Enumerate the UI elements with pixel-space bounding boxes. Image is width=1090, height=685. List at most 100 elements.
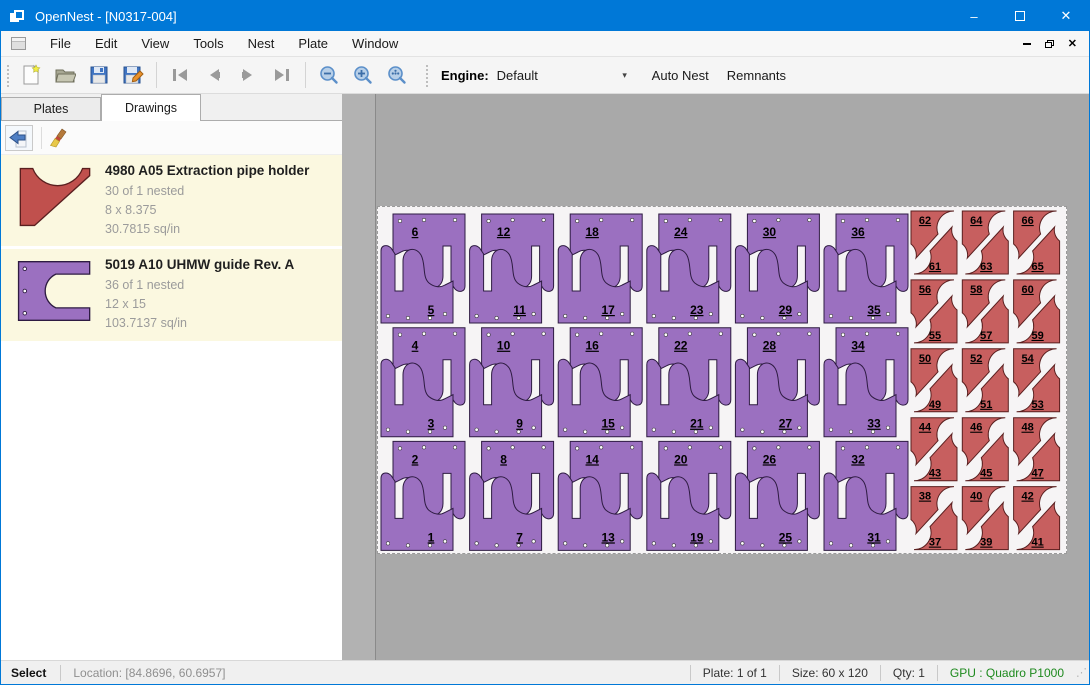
part-number-label: 63 [980,261,992,273]
remnants-button[interactable]: Remnants [718,62,795,89]
part-number-label: 48 [1021,422,1033,434]
drill-hole [495,316,498,319]
drill-hole [621,312,624,315]
drill-hole [576,219,579,222]
menu-file[interactable]: File [38,32,83,55]
menu-nest[interactable]: Nest [236,32,287,55]
purple-part-pair: 3433 [824,328,908,437]
previous-plate-button[interactable] [199,60,229,90]
save-as-button[interactable] [118,60,148,90]
part-number-label: 31 [867,530,881,544]
engine-select[interactable]: Default [497,68,617,83]
drill-hole [600,218,603,221]
drill-hole [584,316,587,319]
menu-plate[interactable]: Plate [286,32,340,55]
save-button[interactable] [84,60,114,90]
part-number-label: 28 [763,339,777,353]
drill-hole [808,218,811,221]
drill-hole [719,218,722,221]
toolbar-grip[interactable] [5,63,10,87]
send-to-nest-button[interactable] [5,125,33,151]
minimize-button[interactable]: – [951,1,997,31]
part-number-label: 25 [779,530,793,544]
zoom-fit-button[interactable] [382,60,412,90]
drill-hole [621,540,624,543]
auto-nest-button[interactable]: Auto Nest [643,62,718,89]
tab-drawings[interactable]: Drawings [101,94,201,121]
mdi-minimize-icon[interactable] [1023,43,1031,45]
drill-hole [487,333,490,336]
menu-window[interactable]: Window [340,32,410,55]
menu-tools[interactable]: Tools [181,32,235,55]
part-number-label: 14 [586,452,600,466]
menu-edit[interactable]: Edit [83,32,129,55]
drill-hole [886,426,889,429]
next-plate-button[interactable] [233,60,263,90]
part-number-label: 55 [929,330,941,342]
toolbar-grip-2[interactable] [424,63,429,87]
mdi-restore-icon[interactable] [1045,40,1054,48]
drill-hole [761,430,764,433]
part-number-label: 58 [970,284,982,296]
drill-hole [621,426,624,429]
menu-view[interactable]: View [129,32,181,55]
drill-hole [719,446,722,449]
new-button[interactable] [16,60,46,90]
engine-dropdown-arrow-icon[interactable]: ▾ [617,66,633,84]
part-number-label: 66 [1021,215,1033,227]
open-button[interactable] [50,60,80,90]
purple-part-pair: 21 [381,441,465,550]
zoom-in-button[interactable] [348,60,378,90]
clear-drawings-button[interactable] [46,125,74,151]
drill-hole [443,540,446,543]
part-number-label: 32 [851,452,865,466]
zoom-out-button[interactable] [314,60,344,90]
drawing-list-item[interactable]: 4980 A05 Extraction pipe holder30 of 1 n… [1,155,342,246]
mdi-close-icon[interactable]: ✕ [1068,39,1077,49]
drawings-toolbar [1,121,342,155]
panel-splitter[interactable] [342,94,376,660]
drill-hole [453,446,456,449]
drill-hole [865,218,868,221]
drill-hole [422,446,425,449]
tab-plates[interactable]: Plates [1,97,101,120]
drill-hole [719,332,722,335]
drill-hole [406,544,409,547]
first-plate-button[interactable] [165,60,195,90]
drill-hole [741,314,744,317]
close-button[interactable]: ✕ [1043,1,1089,31]
resize-grip-icon[interactable]: ⋰ [1076,666,1089,679]
drill-hole [688,218,691,221]
drill-hole [886,540,889,543]
drawing-area: 30.7815 sq/in [105,220,332,239]
drill-hole [564,428,567,431]
part-number-label: 4 [412,339,419,353]
status-location: Location: [84.8696, 60.6957] [61,666,237,680]
menu-bar: FileEditViewToolsNestPlateWindow ✕ [1,31,1089,57]
document-icon[interactable] [11,37,26,50]
status-segment: Qty: 1 [881,666,937,680]
drill-hole [487,219,490,222]
part-number-label: 34 [851,339,865,353]
maximize-button[interactable] [997,1,1043,31]
drawing-nested-count: 36 of 1 nested [105,276,332,295]
drill-hole [542,446,545,449]
red-part-pair: 6261 [911,211,957,274]
drill-hole [422,218,425,221]
drill-hole [798,540,801,543]
drill-hole [564,314,567,317]
drill-hole [652,542,655,545]
main-toolbar: Engine: Default ▾ Auto Nest Remnants [1,57,1089,94]
save-as-icon [122,64,144,86]
plate-sheet[interactable]: 6543211211109871817161514132423222120193… [377,206,1067,554]
drill-hole [475,314,478,317]
nav-first-icon [169,64,191,86]
zoom-in-icon [352,64,374,86]
drill-hole [741,542,744,545]
nest-canvas[interactable]: 6543211211109871817161514132423222120193… [342,94,1090,660]
drill-hole [584,544,587,547]
last-plate-button[interactable] [267,60,297,90]
nav-previous-icon [203,64,225,86]
drawing-list-item[interactable]: 5019 A10 UHMW guide Rev. A36 of 1 nested… [1,249,342,340]
app-window: OpenNest - [N0317-004] – ✕ FileEditViewT… [0,0,1090,685]
